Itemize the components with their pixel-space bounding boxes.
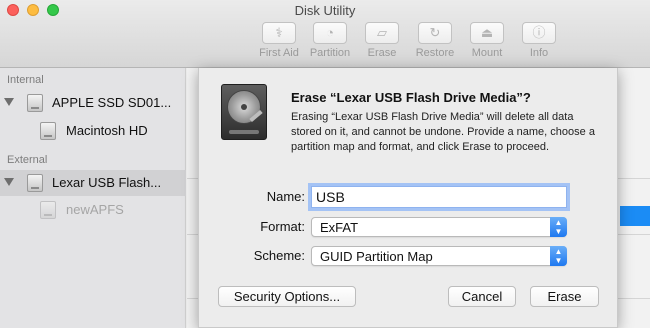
dialog-title: Erase “Lexar USB Flash Drive Media”?	[291, 90, 531, 105]
first-aid-button[interactable]: ⚕ First Aid	[252, 22, 306, 59]
dialog-message: Erasing “Lexar USB Flash Drive Media” wi…	[291, 111, 595, 153]
mount-label: Mount	[471, 47, 503, 59]
info-icon: ⓘ	[522, 22, 556, 44]
scheme-select[interactable]: GUID Partition Map ▲ ▼	[311, 246, 567, 266]
erase-button[interactable]: ▱ Erase	[355, 22, 409, 59]
sidebar-section-external: External	[7, 154, 48, 166]
internal-disk-icon	[27, 94, 43, 112]
name-label: Name:	[266, 189, 305, 204]
confirm-erase-button[interactable]: Erase	[530, 286, 599, 307]
sidebar-item-lexar-usb[interactable]: Lexar USB Flash...	[0, 170, 186, 196]
sidebar-item-label: Lexar USB Flash...	[52, 175, 162, 190]
restore-label: Restore	[415, 47, 455, 59]
first-aid-label: First Aid	[259, 47, 299, 59]
disclosure-triangle-icon[interactable]	[4, 98, 14, 106]
eraser-icon: ▱	[365, 22, 399, 44]
mount-icon: ⏏	[470, 22, 504, 44]
format-label: Format:	[260, 219, 305, 234]
mount-button[interactable]: ⏏ Mount	[460, 22, 514, 59]
stethoscope-icon: ⚕	[262, 22, 296, 44]
volume-disk-icon	[40, 122, 56, 140]
scheme-label: Scheme:	[253, 248, 305, 263]
select-arrows-icon: ▲ ▼	[550, 246, 567, 266]
name-field[interactable]	[311, 186, 567, 208]
hard-drive-icon	[221, 84, 267, 140]
sidebar: Internal APPLE SSD SD01... Macintosh HD …	[0, 68, 186, 328]
info-button[interactable]: ⓘ Info	[512, 22, 566, 59]
info-label: Info	[529, 47, 549, 59]
restore-button[interactable]: ↻ Restore	[408, 22, 462, 59]
volume-disk-icon	[40, 201, 56, 219]
partition-pie-icon: ◔	[313, 22, 347, 44]
scheme-value: GUID Partition Map	[320, 249, 433, 264]
erase-label: Erase	[367, 47, 397, 59]
external-disk-icon	[27, 174, 43, 192]
sidebar-item-macintosh-hd[interactable]: Macintosh HD	[0, 118, 186, 144]
disclosure-triangle-icon[interactable]	[4, 178, 14, 186]
sidebar-item-apple-ssd[interactable]: APPLE SSD SD01...	[0, 90, 186, 116]
restore-arrow-icon: ↻	[418, 22, 452, 44]
cancel-button[interactable]: Cancel	[448, 286, 516, 307]
usage-bar	[620, 206, 650, 226]
partition-button[interactable]: ◔ Partition	[303, 22, 357, 59]
window-title: Disk Utility	[294, 3, 356, 18]
partition-label: Partition	[309, 47, 351, 59]
select-arrows-icon: ▲ ▼	[550, 217, 567, 237]
format-select[interactable]: ExFAT ▲ ▼	[311, 217, 567, 237]
sidebar-item-newapfs[interactable]: newAPFS	[0, 197, 186, 223]
sidebar-item-label: Macintosh HD	[66, 123, 148, 138]
sidebar-item-label: APPLE SSD SD01...	[52, 95, 172, 110]
security-options-button[interactable]: Security Options...	[218, 286, 356, 307]
sidebar-item-label: newAPFS	[66, 202, 124, 217]
title-toolbar: Disk Utility ⚕ First Aid ◔ Partition ▱ E…	[0, 0, 650, 68]
sidebar-section-internal: Internal	[7, 74, 44, 86]
format-value: ExFAT	[320, 220, 359, 235]
erase-dialog: Erase “Lexar USB Flash Drive Media”? Era…	[198, 68, 618, 328]
